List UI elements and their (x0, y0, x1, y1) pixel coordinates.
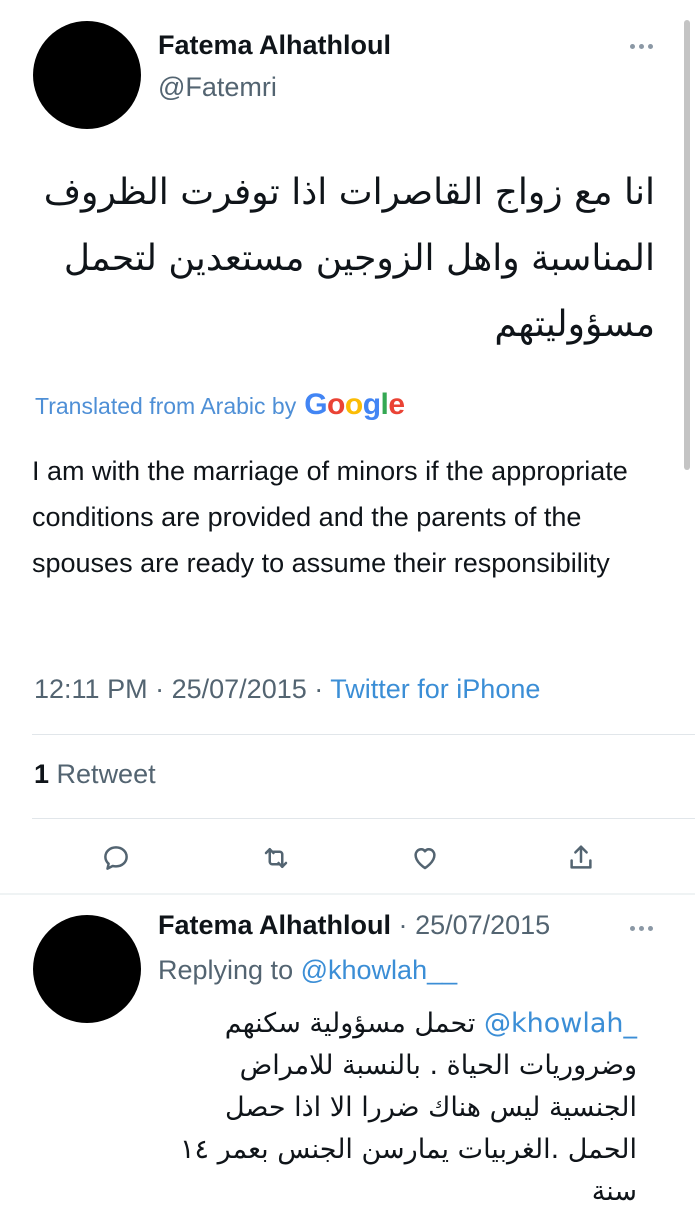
author-name[interactable]: Fatema Alhathloul (158, 30, 391, 61)
tweet-text: انا مع زواج القاصرات اذا توفرت الظروف ال… (43, 172, 655, 345)
share-icon (570, 845, 592, 869)
reply-icon (104, 846, 128, 870)
google-logo: Google (304, 388, 405, 421)
tweet-time: 12:11 PM (34, 674, 148, 704)
retweet-icon (264, 848, 288, 868)
translation-attribution: Translated from Arabic by Google (35, 388, 405, 422)
reply-more-options-icon[interactable] (630, 926, 653, 931)
replying-to: Replying to @khowlah__ (158, 955, 457, 986)
replying-to-handle[interactable]: @khowlah__ (301, 955, 458, 985)
retweet-count: 1 (34, 759, 50, 789)
like-button[interactable] (405, 838, 445, 878)
retweet-label: Retweet (56, 759, 156, 789)
reply-text: @khowlah_ تحمل مسؤولية سكنهم وضروريات ال… (157, 1003, 637, 1213)
meta-separator: · (314, 674, 324, 704)
translated-text: I am with the marriage of minors if the … (32, 456, 628, 578)
translated-label: Translated from Arabic by (35, 393, 297, 419)
reply-separator: · (398, 910, 408, 940)
avatar[interactable] (33, 21, 141, 129)
scrollbar[interactable] (684, 20, 690, 470)
tweet-date: 25/07/2015 (171, 674, 307, 704)
divider (0, 893, 695, 895)
retweet-count-link[interactable]: 1 Retweet (34, 759, 156, 790)
share-button[interactable] (561, 838, 601, 878)
retweet-button[interactable] (256, 838, 296, 878)
replying-label: Replying to (158, 955, 294, 985)
tweet-source-link[interactable]: Twitter for iPhone (330, 674, 540, 704)
author-handle[interactable]: @Fatemri (158, 72, 277, 103)
divider (32, 818, 695, 819)
reply-mention[interactable]: @khowlah_ (484, 1008, 637, 1039)
reply-date[interactable]: 25/07/2015 (415, 910, 550, 940)
reply-button[interactable] (96, 838, 136, 878)
reply-header: Fatema Alhathloul · 25/07/2015 (158, 910, 550, 941)
tweet-metadata: 12:11 PM · 25/07/2015 · Twitter for iPho… (34, 674, 540, 705)
reply-author-name[interactable]: Fatema Alhathloul (158, 910, 391, 940)
more-options-icon[interactable] (630, 44, 653, 49)
reply-avatar[interactable] (33, 915, 141, 1023)
like-icon (414, 848, 436, 870)
meta-separator: · (155, 674, 165, 704)
divider (32, 734, 695, 735)
